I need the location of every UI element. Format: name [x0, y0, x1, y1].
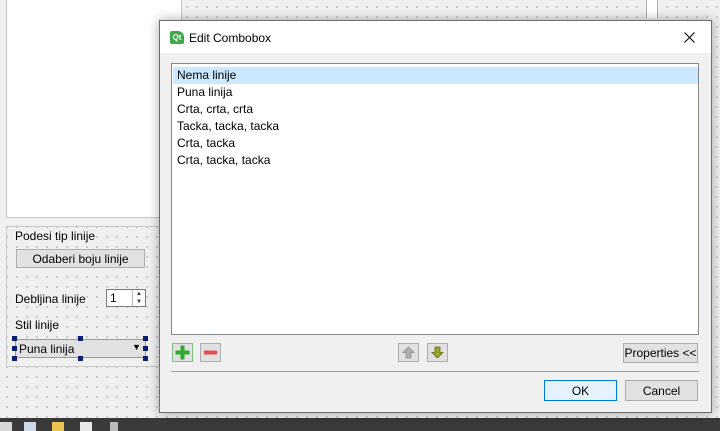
list-item[interactable]: Crta, tacka, tacka [173, 152, 698, 169]
group-box-border-top [6, 226, 166, 227]
taskbar [0, 418, 720, 431]
divider [171, 371, 699, 372]
thickness-label: Debljina linije [15, 292, 86, 306]
add-item-button[interactable] [172, 343, 193, 362]
selection-handle[interactable] [78, 336, 83, 341]
tool-icon[interactable] [110, 422, 118, 431]
taskbar-app-icon[interactable] [24, 422, 36, 431]
remove-item-button[interactable] [200, 343, 221, 362]
list-item[interactable]: Nema linije [173, 67, 698, 84]
selection-handle[interactable] [78, 356, 83, 361]
chevron-down-icon: ▼ [132, 342, 141, 352]
close-button[interactable] [667, 21, 711, 53]
properties-button[interactable]: Properties << [623, 343, 698, 363]
selection-handle[interactable] [12, 356, 17, 361]
folder-icon[interactable] [52, 422, 64, 431]
choose-color-button[interactable]: Odaberi boju linije [16, 249, 145, 268]
items-list[interactable]: Nema linije Puna linija Crta, crta, crta… [171, 63, 699, 335]
dialog-titlebar[interactable]: Qt Edit Combobox [160, 21, 711, 53]
list-item[interactable]: Tacka, tacka, tacka [173, 118, 698, 135]
selection-handle[interactable] [12, 346, 17, 351]
style-label: Stil linije [15, 318, 60, 332]
plus-icon [175, 345, 190, 360]
thickness-value: 1 [110, 291, 117, 305]
group-box-border-bottom [6, 366, 166, 367]
qt-app-icon: Qt [170, 31, 184, 44]
move-up-button[interactable] [398, 343, 419, 362]
taskbar-app-icon[interactable] [0, 422, 12, 431]
combobox-value: Puna linija [19, 342, 75, 356]
group-title: Podesi tip linije [14, 229, 97, 243]
list-item[interactable]: Crta, tacka [173, 135, 698, 152]
selection-handle[interactable] [143, 336, 148, 341]
selection-handle[interactable] [143, 356, 148, 361]
list-item[interactable]: Puna linija [173, 84, 698, 101]
spin-up-icon[interactable]: ▲ [133, 290, 145, 298]
selection-handle[interactable] [143, 346, 148, 351]
spin-buttons[interactable]: ▲ ▼ [132, 290, 145, 306]
arrow-up-icon [402, 346, 415, 359]
group-box-border-left [6, 226, 7, 366]
move-down-button[interactable] [427, 343, 448, 362]
minus-icon [204, 350, 217, 355]
selection-handle[interactable] [12, 336, 17, 341]
scrollbar-strip[interactable] [646, 0, 658, 18]
list-item[interactable]: Crta, crta, crta [173, 101, 698, 118]
document-icon[interactable] [80, 422, 92, 431]
dialog-title: Edit Combobox [189, 31, 272, 45]
close-icon [683, 31, 695, 43]
arrow-down-icon [431, 346, 444, 359]
thickness-spinbox[interactable]: 1 ▲ ▼ [106, 289, 146, 307]
white-preview-panel [6, 0, 182, 218]
edit-combobox-dialog: Qt Edit Combobox Nema linije Puna linija… [159, 20, 712, 413]
spin-down-icon[interactable]: ▼ [133, 298, 145, 306]
cancel-button[interactable]: Cancel [625, 380, 698, 401]
ok-button[interactable]: OK [544, 380, 617, 401]
